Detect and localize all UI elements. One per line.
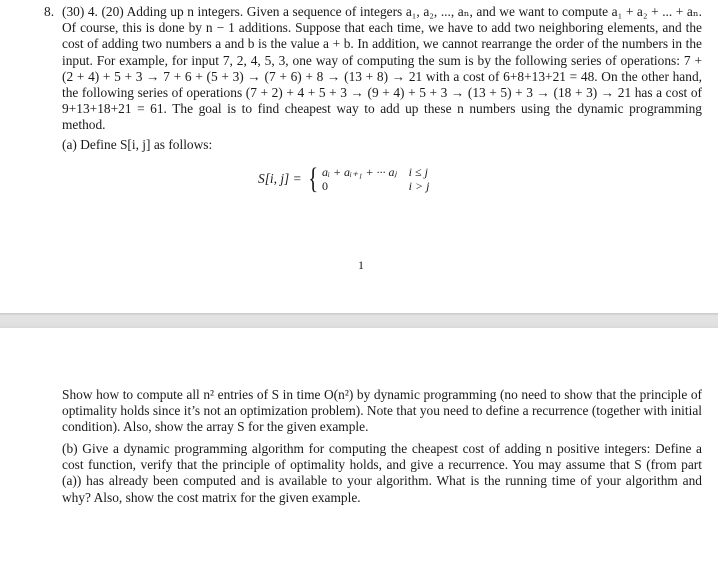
case-expression: 0	[322, 179, 329, 193]
s-definition-formula: S[i, j] = { aᵢ + aᵢ₊₁ + ··· aⱼ i ≤ j 0 i…	[258, 164, 429, 194]
document-page-1: 8. (30) 4. (20) Adding up n integers. Gi…	[0, 0, 718, 313]
case-condition: i ≤ j	[408, 165, 428, 179]
case-condition: i > j	[408, 179, 430, 193]
part-a-body: Show how to compute all n² entries of S …	[62, 387, 702, 435]
part-b-statement: (b) Give a dynamic programming algorithm…	[62, 441, 702, 505]
formula-lhs: S[i, j] =	[258, 171, 302, 186]
formula-brace: {	[307, 162, 318, 195]
question-number: 8.	[44, 4, 55, 19]
page-number: 1	[358, 258, 364, 272]
part-a-heading: (a) Define S[i, j] as follows:	[62, 137, 213, 152]
page-separator	[0, 313, 718, 328]
problem-statement: (30) 4. (20) Adding up n integers. Given…	[62, 4, 702, 133]
case-expression: aᵢ + aᵢ₊₁ + ··· aⱼ	[322, 165, 397, 179]
formula-cases: aᵢ + aᵢ₊₁ + ··· aⱼ i ≤ j 0 i > j	[322, 165, 429, 193]
